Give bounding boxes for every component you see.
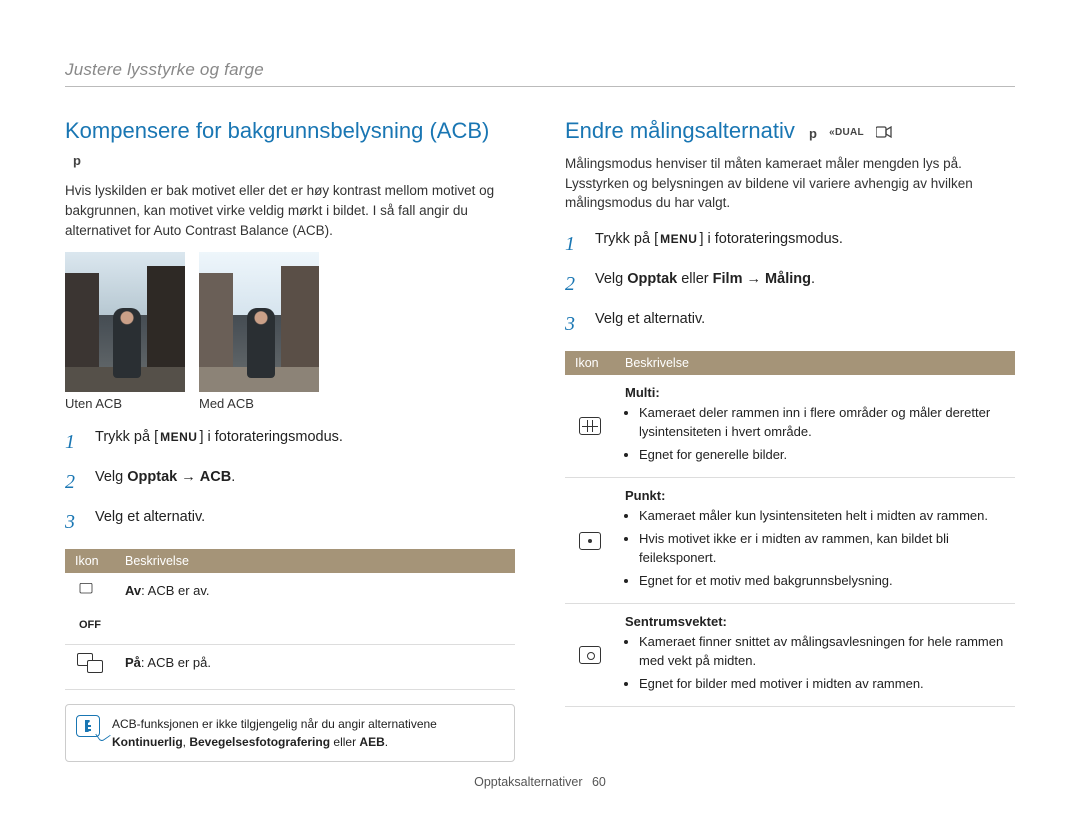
metering-options-table: Ikon Beskrivelse Multi: Kameraet deler r… <box>565 351 1015 707</box>
acb-step-2: 2 Velg Opptak → ACB. <box>65 467 515 497</box>
col-desc: Beskrivelse <box>615 351 1015 375</box>
acb-steps: 1 Trykk på [MENU] i fotorateringsmodus. … <box>65 427 515 537</box>
col-icon: Ikon <box>65 549 115 573</box>
label: Sentrumsvektet: <box>625 614 727 629</box>
col-desc: Beskrivelse <box>115 549 515 573</box>
photo-after-block: Med ACB <box>199 252 319 411</box>
table-row: Sentrumsvektet: Kameraet finner snittet … <box>565 603 1015 706</box>
step-text: Trykk på [ <box>95 429 158 445</box>
content-columns: Kompensere for bakgrunnsbelysning (ACB) … <box>65 117 1015 762</box>
manual-page: Justere lysstyrke og farge Kompensere fo… <box>0 0 1080 815</box>
metering-steps: 1 Trykk på [MENU] i fotorateringsmodus. … <box>565 229 1015 339</box>
mode-p-icon: p <box>809 126 817 142</box>
col-icon: Ikon <box>565 351 615 375</box>
label: Punkt: <box>625 488 665 503</box>
menu-key-icon: MENU <box>658 232 699 246</box>
center-desc: Sentrumsvektet: Kameraet finner snittet … <box>615 603 1015 706</box>
breadcrumb: Justere lysstyrke og farge <box>65 60 1015 87</box>
step-number: 1 <box>565 229 583 259</box>
multi-desc: Multi: Kameraet deler rammen inn i flere… <box>615 375 1015 478</box>
step-number: 1 <box>65 427 83 457</box>
metering-step-3: 3 Velg et alternativ. <box>565 309 1015 339</box>
step-number: 3 <box>65 507 83 537</box>
comparison-photos: Uten ACB Med ACB <box>65 252 515 411</box>
step-number: 2 <box>65 467 83 497</box>
acb-title-text: Kompensere for bakgrunnsbelysning (ACB) <box>65 118 489 143</box>
metering-title: Endre målingsalternativ p «DUAL <box>565 117 1015 146</box>
step-text: Velg et alternativ. <box>595 309 705 331</box>
step-text: ] i fotorateringsmodus. <box>199 429 342 445</box>
right-column: Endre målingsalternativ p «DUAL Målingsm… <box>565 117 1015 762</box>
metering-intro: Målingsmodus henviser til måten kameraet… <box>565 154 1015 213</box>
note-icon <box>76 715 100 737</box>
metering-step-1: 1 Trykk på [MENU] i fotorateringsmodus. <box>565 229 1015 259</box>
bullet: Hvis motivet ikke er i midten av rammen,… <box>639 530 1005 568</box>
footer-section: Opptaksalternativer <box>474 775 582 789</box>
page-footer: Opptaksalternativer 60 <box>0 775 1080 789</box>
acb-off-desc: Av: ACB er av. <box>115 573 515 645</box>
photo-before-block: Uten ACB <box>65 252 185 411</box>
page-number: 60 <box>592 775 606 789</box>
step-text: Velg Opptak → ACB. <box>95 467 235 489</box>
acb-options-table: Ikon Beskrivelse OFF Av: ACB er av. På: … <box>65 549 515 690</box>
acb-on-icon <box>65 645 115 690</box>
acb-step-3: 3 Velg et alternativ. <box>65 507 515 537</box>
step-text: Trykk på [ <box>595 231 658 247</box>
left-column: Kompensere for bakgrunnsbelysning (ACB) … <box>65 117 515 762</box>
step-text: Velg Opptak eller Film → Måling. <box>595 269 815 291</box>
metering-step-2: 2 Velg Opptak eller Film → Måling. <box>565 269 1015 299</box>
metering-title-text: Endre målingsalternativ <box>565 118 795 143</box>
photo-after-caption: Med ACB <box>199 396 319 411</box>
spot-icon <box>565 477 615 603</box>
bullet: Kameraet finner snittet av målingsavlesn… <box>639 633 1005 671</box>
center-weighted-icon <box>565 603 615 706</box>
bullet: Kameraet deler rammen inn i flere område… <box>639 404 1005 442</box>
acb-step-1: 1 Trykk på [MENU] i fotorateringsmodus. <box>65 427 515 457</box>
acb-title-badges: p <box>73 146 87 174</box>
photo-before-caption: Uten ACB <box>65 396 185 411</box>
menu-key-icon: MENU <box>158 430 199 444</box>
bullet: Egnet for bilder med motiver i midten av… <box>639 675 1005 694</box>
acb-on-desc: På: ACB er på. <box>115 645 515 690</box>
table-row: OFF Av: ACB er av. <box>65 573 515 645</box>
step-text: Velg et alternativ. <box>95 507 205 529</box>
step-number: 3 <box>565 309 583 339</box>
mode-movie-icon <box>876 126 892 142</box>
acb-title: Kompensere for bakgrunnsbelysning (ACB) … <box>65 117 515 173</box>
metering-title-badges: p «DUAL <box>809 118 898 146</box>
step-text: ] i fotorateringsmodus. <box>699 231 842 247</box>
bullet: Egnet for et motiv med bakgrunnsbelysnin… <box>639 572 1005 591</box>
mode-dual-icon: «DUAL <box>829 127 864 140</box>
bullet: Egnet for generelle bilder. <box>639 446 1005 465</box>
bullet: Kameraet måler kun lysintensiteten helt … <box>639 507 1005 526</box>
acb-note: ACB-funksjonen er ikke tilgjengelig når … <box>65 704 515 762</box>
acb-off-icon: OFF <box>65 573 115 645</box>
table-row: Multi: Kameraet deler rammen inn i flere… <box>565 375 1015 478</box>
table-row: Punkt: Kameraet måler kun lysintensitete… <box>565 477 1015 603</box>
photo-after <box>199 252 319 392</box>
photo-before <box>65 252 185 392</box>
table-row: På: ACB er på. <box>65 645 515 690</box>
step-number: 2 <box>565 269 583 299</box>
label: Multi: <box>625 385 660 400</box>
multi-icon <box>565 375 615 478</box>
note-text: ACB-funksjonen er ikke tilgjengelig når … <box>112 717 437 749</box>
mode-p-icon: p <box>73 153 81 169</box>
acb-intro: Hvis lyskilden er bak motivet eller det … <box>65 181 515 240</box>
spot-desc: Punkt: Kameraet måler kun lysintensitete… <box>615 477 1015 603</box>
